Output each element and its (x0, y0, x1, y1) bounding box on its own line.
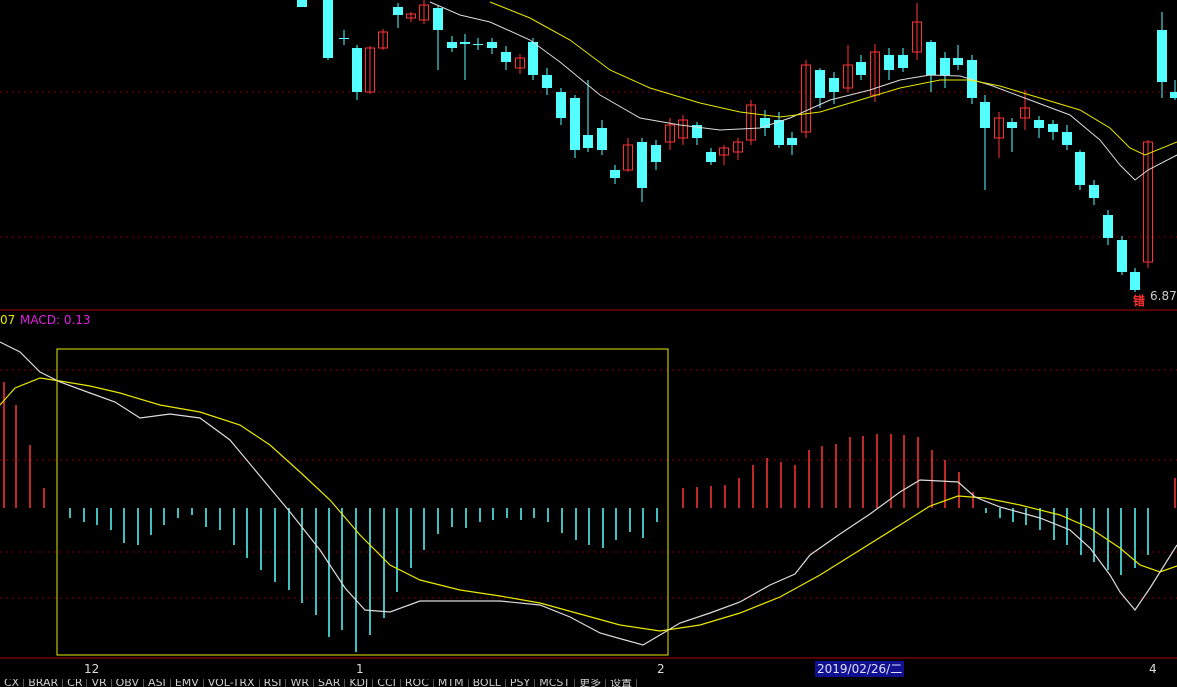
candle-body-down (953, 58, 963, 65)
candle-body-down (1062, 132, 1072, 145)
indicator-tab[interactable]: CCI (373, 679, 401, 687)
indicator-prefix: 07 (0, 313, 16, 327)
candle-body-down (528, 42, 538, 75)
macd-lines (0, 341, 1177, 646)
moving-average-lines (429, 1, 1177, 181)
indicator-tab[interactable]: PSY (506, 679, 536, 687)
candle-body-down (487, 42, 497, 48)
candle-body-down (501, 52, 511, 62)
candle-body-down (815, 70, 825, 98)
candle-body-down (447, 42, 457, 48)
indicator-tab[interactable]: ASI (144, 679, 171, 687)
candle-body-down (297, 0, 307, 7)
ma-short-line (429, 1, 1177, 181)
macd-histogram (3, 382, 1176, 652)
indicator-tab[interactable]: SAR (314, 679, 346, 687)
indicator-tab[interactable]: MCST (535, 679, 576, 687)
candle-body-down (1034, 120, 1044, 128)
time-tick-2: 2 (657, 662, 665, 676)
indicator-tab[interactable]: VR (87, 679, 112, 687)
candle-body-down (1117, 240, 1127, 272)
candle-body-down (980, 102, 990, 128)
candle-body-down (926, 42, 936, 75)
candle-body-down (787, 138, 797, 145)
candle-body-down (1089, 185, 1099, 198)
indicator-tab[interactable]: RSI (260, 679, 287, 687)
selection-box[interactable] (56, 348, 669, 656)
indicator-tab[interactable]: WR (286, 679, 314, 687)
candle-body-down (856, 62, 866, 75)
dea-line (0, 377, 1177, 632)
indicator-tab[interactable]: BRAR (24, 679, 64, 687)
candle-body-down (1157, 30, 1167, 82)
candle-body-down (542, 75, 552, 88)
date-cursor-label: 2019/02/26/二 (815, 661, 905, 677)
indicator-tab[interactable]: 设置 (606, 679, 638, 687)
stock-chart[interactable] (0, 0, 1177, 687)
indicator-tab[interactable]: VOL-TRX (204, 679, 260, 687)
candlestick-series (297, 0, 1177, 292)
candle-body-down (1103, 215, 1113, 238)
indicator-tab[interactable]: BOLL (469, 679, 506, 687)
indicator-tab[interactable]: EMV (171, 679, 204, 687)
candle-body-down (706, 152, 716, 162)
candle-body-down (352, 48, 362, 92)
indicator-tab-bar: CX BRAR CR VR OBV ASI EMV VOL-TRX RSI WR SAR KDJ CCI… (0, 679, 1177, 687)
macd-value-label: MACD: 0.13 (20, 313, 91, 327)
candle-body-down (556, 92, 566, 118)
candle-body-down (1170, 92, 1177, 98)
candle-body-down (339, 38, 349, 39)
candle-body-down (1130, 272, 1140, 290)
candle-body-down (610, 170, 620, 178)
candle-body-down (637, 142, 647, 188)
low-price-label: 6.87 (1150, 289, 1177, 303)
dif-line (0, 341, 1177, 646)
candle-body-down (323, 0, 333, 58)
candle-body-down (940, 58, 950, 75)
candle-body-down (651, 145, 661, 162)
low-price-marker-icon: 错 (1133, 294, 1146, 308)
candle-body-down (898, 55, 908, 68)
indicator-tab[interactable]: KDJ (345, 679, 374, 687)
candle-body-down (597, 128, 607, 150)
candle-body-down (460, 42, 470, 44)
candle-body-down (393, 7, 403, 15)
indicator-tab[interactable]: CR (63, 679, 88, 687)
candle-body-down (583, 135, 593, 148)
indicator-tab[interactable]: 更多 (575, 679, 607, 687)
time-tick-1: 1 (356, 662, 364, 676)
candle-body-down (884, 55, 894, 70)
time-tick-4: 4 (1149, 662, 1157, 676)
indicator-tab[interactable]: ROC (401, 679, 434, 687)
candle-body-down (473, 44, 483, 45)
indicator-tab[interactable]: CX (0, 679, 25, 687)
indicator-tab[interactable]: MTM (434, 679, 469, 687)
candle-body-down (829, 78, 839, 92)
candle-body-down (1007, 122, 1017, 128)
candle-body-down (774, 120, 784, 145)
indicator-tab[interactable]: OBV (112, 679, 145, 687)
candle-body-down (570, 98, 580, 150)
time-tick-12: 12 (84, 662, 100, 676)
candle-body-down (1075, 152, 1085, 185)
candle-body-down (433, 8, 443, 30)
candle-body-down (1048, 124, 1058, 132)
